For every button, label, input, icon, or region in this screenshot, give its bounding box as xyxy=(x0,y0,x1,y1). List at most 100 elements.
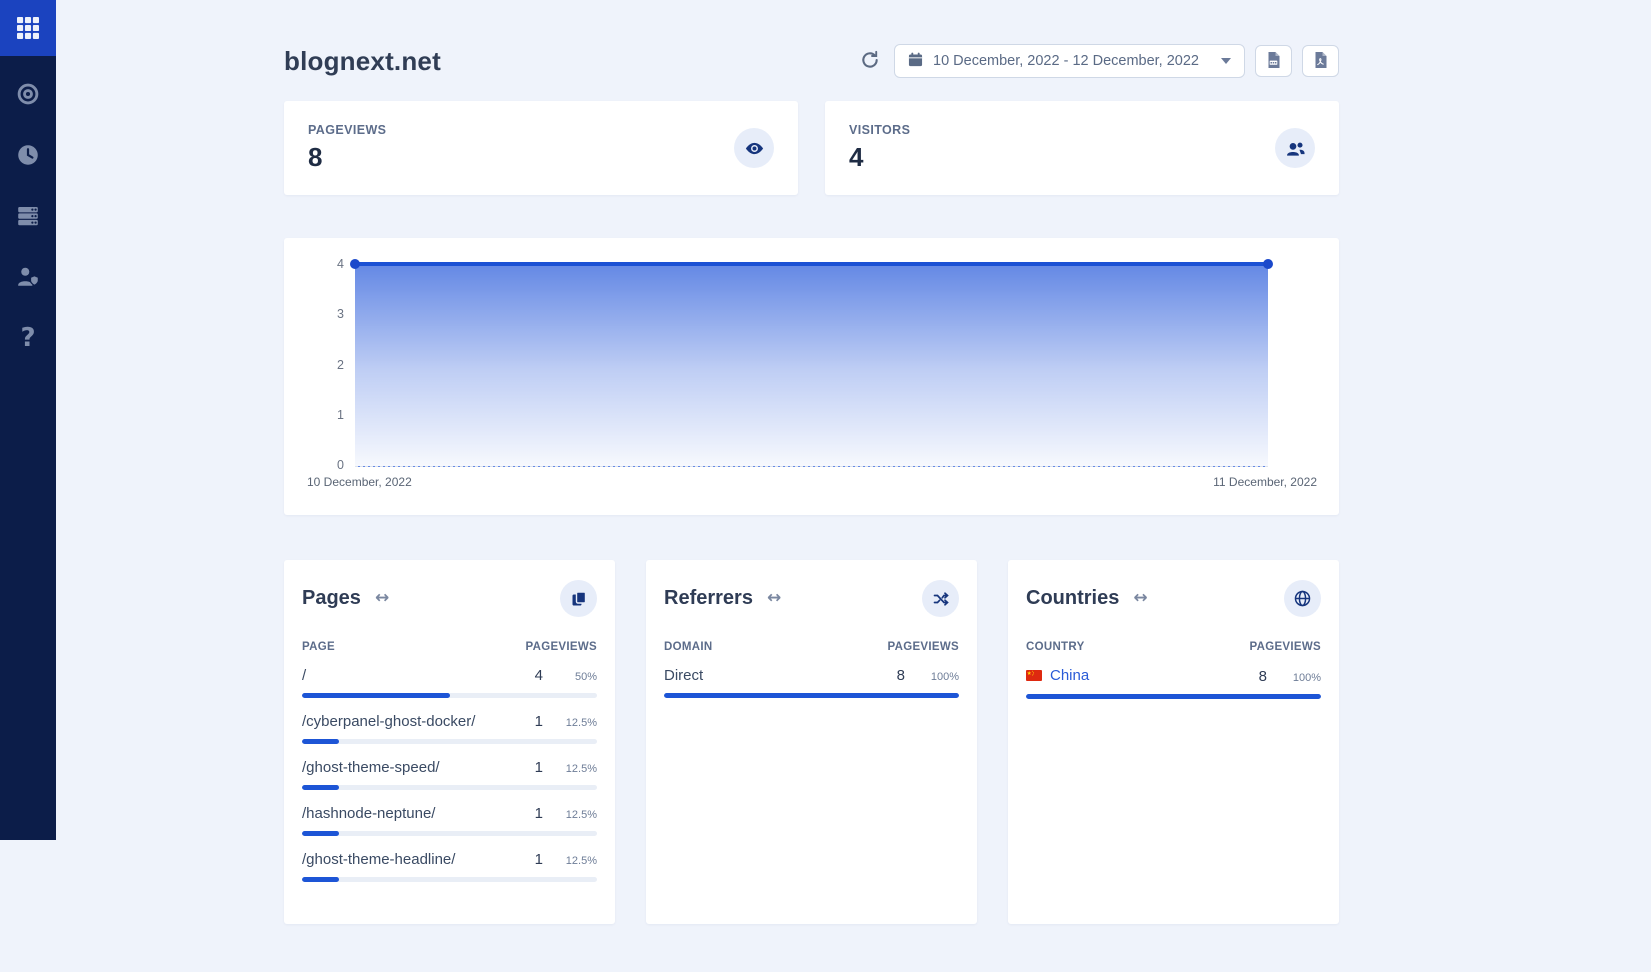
progress-bar xyxy=(1026,694,1321,699)
x-label-right: 11 December, 2022 xyxy=(1213,475,1317,489)
countries-columns: COUNTRY PAGEVIEWS xyxy=(1026,641,1321,653)
page-value: 1 xyxy=(509,759,543,776)
data-point-end xyxy=(1263,259,1273,269)
globe-icon[interactable] xyxy=(1284,580,1321,617)
country-row[interactable]: China 8 100% xyxy=(1026,667,1321,699)
page-percent: 12.5% xyxy=(543,763,597,775)
referrer-label: Direct xyxy=(664,667,871,684)
referrer-value: 8 xyxy=(871,667,905,684)
grid-icon xyxy=(17,17,39,39)
col-pageviews: PAGEVIEWS xyxy=(888,641,960,653)
sidebar-item-help[interactable]: ? xyxy=(0,310,56,366)
y-tick: 3 xyxy=(337,307,344,321)
referrer-row[interactable]: Direct 8 100% xyxy=(664,667,959,698)
stats-row: PAGEVIEWS 8 VISITORS 4 xyxy=(284,101,1339,195)
page-label: /cyberpanel-ghost-docker/ xyxy=(302,713,509,730)
progress-bar xyxy=(302,739,597,744)
expand-icon[interactable]: ↔ xyxy=(375,590,389,607)
pageviews-card: PAGEVIEWS 8 xyxy=(284,101,798,195)
pages-title: Pages xyxy=(302,587,361,610)
page-row[interactable]: / 4 50% xyxy=(302,667,597,698)
pageviews-value: 8 xyxy=(308,142,386,173)
page-label: /ghost-theme-speed/ xyxy=(302,759,509,776)
page-row[interactable]: /ghost-theme-headline/ 1 12.5% xyxy=(302,851,597,882)
countries-title: Countries xyxy=(1026,587,1119,610)
col-page: PAGE xyxy=(302,641,335,653)
page-percent: 12.5% xyxy=(543,809,597,821)
chart-x-axis: 10 December, 2022 11 December, 2022 xyxy=(307,475,1317,489)
visitors-card: VISITORS 4 xyxy=(825,101,1339,195)
sidebar-item-websites[interactable] xyxy=(0,188,56,244)
referrers-panel-header: Referrers ↔ xyxy=(664,580,959,617)
page-label: / xyxy=(302,667,509,684)
y-tick: 0 xyxy=(337,458,344,472)
metrics-panels: Pages ↔ PAGE PAGEVIEWS / 4 50% xyxy=(284,560,1339,924)
data-point-start xyxy=(350,259,360,269)
pageviews-chart-panel: 4 3 2 1 0 10 December, 2022 11 December,… xyxy=(284,238,1339,515)
target-icon xyxy=(16,82,40,106)
referrers-columns: DOMAIN PAGEVIEWS xyxy=(664,641,959,653)
progress-bar xyxy=(302,693,597,698)
pdf-file-icon xyxy=(1313,52,1328,71)
refresh-button[interactable] xyxy=(856,46,884,77)
calendar-icon xyxy=(908,52,923,71)
referrers-title: Referrers xyxy=(664,587,753,610)
export-pdf-button[interactable] xyxy=(1302,45,1339,77)
country-link[interactable]: China xyxy=(1026,667,1233,684)
col-domain: DOMAIN xyxy=(664,641,712,653)
main-content: blognext.net xyxy=(284,0,1339,924)
progress-bar xyxy=(664,693,959,698)
visitors-value: 4 xyxy=(849,142,910,173)
sidebar-item-account[interactable] xyxy=(0,249,56,305)
question-icon: ? xyxy=(20,323,35,353)
shuffle-icon[interactable] xyxy=(922,580,959,617)
page-row[interactable]: /hashnode-neptune/ 1 12.5% xyxy=(302,805,597,836)
page-title: blognext.net xyxy=(284,46,441,77)
china-flag-icon xyxy=(1026,670,1042,681)
expand-icon[interactable]: ↔ xyxy=(767,590,781,607)
pages-panel-header: Pages ↔ xyxy=(302,580,597,617)
col-pageviews: PAGEVIEWS xyxy=(1250,641,1322,653)
refresh-icon xyxy=(860,50,880,73)
chart-y-axis: 4 3 2 1 0 xyxy=(304,257,344,472)
progress-bar xyxy=(302,785,597,790)
page-row[interactable]: /cyberpanel-ghost-docker/ 1 12.5% xyxy=(302,713,597,744)
page-value: 1 xyxy=(509,713,543,730)
country-value: 8 xyxy=(1233,668,1267,685)
user-shield-icon xyxy=(16,265,40,289)
countries-panel: Countries ↔ COUNTRY PAGEVIEWS xyxy=(1008,560,1339,924)
export-csv-button[interactable] xyxy=(1255,45,1292,77)
referrer-percent: 100% xyxy=(905,671,959,683)
sidebar-item-dashboard[interactable] xyxy=(0,0,56,56)
csv-file-icon xyxy=(1266,52,1281,71)
area-chart-plot xyxy=(355,262,1268,467)
date-range-button[interactable]: 10 December, 2022 - 12 December, 2022 xyxy=(894,44,1245,78)
eye-icon xyxy=(734,128,774,168)
sidebar-item-realtime[interactable] xyxy=(0,66,56,122)
col-country: COUNTRY xyxy=(1026,641,1085,653)
page-label: /ghost-theme-headline/ xyxy=(302,851,509,868)
pages-panel: Pages ↔ PAGE PAGEVIEWS / 4 50% xyxy=(284,560,615,924)
page-row[interactable]: /ghost-theme-speed/ 1 12.5% xyxy=(302,759,597,790)
country-percent: 100% xyxy=(1267,672,1321,684)
page-percent: 50% xyxy=(543,671,597,683)
visitors-label: VISITORS xyxy=(849,123,910,137)
page-percent: 12.5% xyxy=(543,855,597,867)
countries-panel-header: Countries ↔ xyxy=(1026,580,1321,617)
page-label: /hashnode-neptune/ xyxy=(302,805,509,822)
sidebar-item-history[interactable] xyxy=(0,127,56,183)
page-value: 1 xyxy=(509,805,543,822)
progress-bar xyxy=(302,831,597,836)
sidebar: ? xyxy=(0,0,56,840)
referrers-panel: Referrers ↔ DOMAIN PAGEVIEWS xyxy=(646,560,977,924)
copy-icon[interactable] xyxy=(560,580,597,617)
progress-bar xyxy=(302,877,597,882)
page-percent: 12.5% xyxy=(543,717,597,729)
pages-columns: PAGE PAGEVIEWS xyxy=(302,641,597,653)
page-header: blognext.net xyxy=(284,38,1339,84)
country-label: China xyxy=(1050,667,1089,684)
page-value: 4 xyxy=(509,667,543,684)
expand-icon[interactable]: ↔ xyxy=(1133,590,1147,607)
y-tick: 1 xyxy=(337,408,344,422)
col-pageviews: PAGEVIEWS xyxy=(526,641,598,653)
